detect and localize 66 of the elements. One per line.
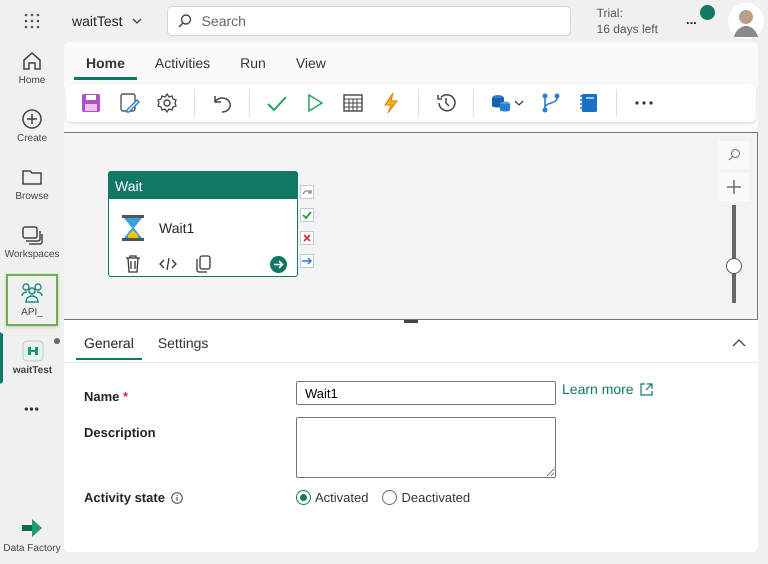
app-launcher-icon[interactable] [24, 13, 40, 29]
save-icon[interactable] [80, 92, 102, 114]
nav-item[interactable]: Browse [6, 158, 58, 210]
resize-handle[interactable] [404, 320, 418, 323]
radio-option[interactable]: Activated [296, 490, 368, 505]
failure-port-icon[interactable] [300, 231, 314, 245]
zoom-slider[interactable] [726, 205, 742, 303]
trial-label: Trial: [596, 5, 624, 21]
database-icon[interactable] [490, 92, 512, 114]
activity-name: Wait1 [159, 220, 194, 236]
branch-icon[interactable] [540, 92, 562, 114]
activity-card[interactable]: Wait Wait1 [108, 171, 298, 277]
hourglass-icon [121, 214, 145, 242]
radio-option[interactable]: Deactivated [382, 490, 470, 505]
settings-icon[interactable] [156, 92, 178, 114]
name-field[interactable]: Wait1 [296, 381, 556, 405]
pipeline-icon [22, 340, 44, 362]
ribbon-tab[interactable]: View [284, 48, 338, 80]
panel-tab[interactable]: General [76, 326, 142, 360]
avatar[interactable] [728, 3, 764, 39]
workspace-dropdown[interactable]: waitTest [72, 9, 143, 33]
info-icon[interactable] [170, 492, 183, 504]
skip-port-icon[interactable] [300, 185, 314, 199]
trial-days: 16 days left [596, 21, 658, 37]
search-icon [176, 13, 193, 29]
completion-port-icon[interactable] [300, 254, 314, 268]
activity-state-label: Activity state [84, 490, 165, 505]
plus-circle-icon [21, 108, 43, 130]
delete-icon[interactable] [125, 255, 141, 273]
nav-item[interactable]: API_ [6, 274, 58, 326]
chevron-icon [130, 17, 143, 25]
ribbon-tab[interactable]: Home [74, 48, 137, 80]
calendar-icon[interactable] [342, 92, 364, 114]
name-label: Name * [84, 389, 128, 404]
zoom-in-button[interactable] [719, 173, 749, 201]
nav-item[interactable]: Workspaces [6, 216, 58, 268]
description-field[interactable] [296, 417, 556, 478]
activity-type: Wait [115, 178, 142, 194]
history-icon[interactable] [435, 92, 457, 114]
zoom-fit-button[interactable] [719, 141, 749, 169]
search-icon [727, 148, 741, 162]
code-icon[interactable] [159, 257, 177, 271]
home-icon [21, 50, 43, 72]
chevron-icon[interactable] [514, 99, 524, 107]
success-port-icon[interactable] [300, 208, 314, 222]
panel-tab[interactable]: Settings [150, 326, 216, 360]
search-field[interactable]: Search [166, 6, 571, 36]
stacked-windows-icon [21, 224, 43, 246]
more-button[interactable]: ... [686, 13, 697, 27]
logo-icon [20, 517, 44, 539]
notebook-icon[interactable] [578, 92, 600, 114]
collapse-icon[interactable] [732, 338, 746, 348]
ribbon-tab[interactable]: Activities [142, 48, 222, 80]
copy-icon[interactable] [195, 255, 211, 273]
slider-thumb[interactable] [726, 258, 742, 274]
ribbon-tab[interactable]: Run [228, 48, 278, 80]
product-name: Data Factory [3, 543, 61, 554]
description-label: Description [84, 425, 156, 440]
nav-item[interactable]: Create [6, 100, 58, 152]
nav-item[interactable]: Home [6, 42, 58, 94]
learn-more-link[interactable]: Learn more [562, 381, 653, 397]
external-link-icon [640, 382, 653, 396]
plus-icon [726, 179, 742, 195]
more-button[interactable]: ••• [6, 394, 58, 424]
people-icon [20, 282, 44, 304]
edit-icon[interactable] [118, 92, 140, 114]
